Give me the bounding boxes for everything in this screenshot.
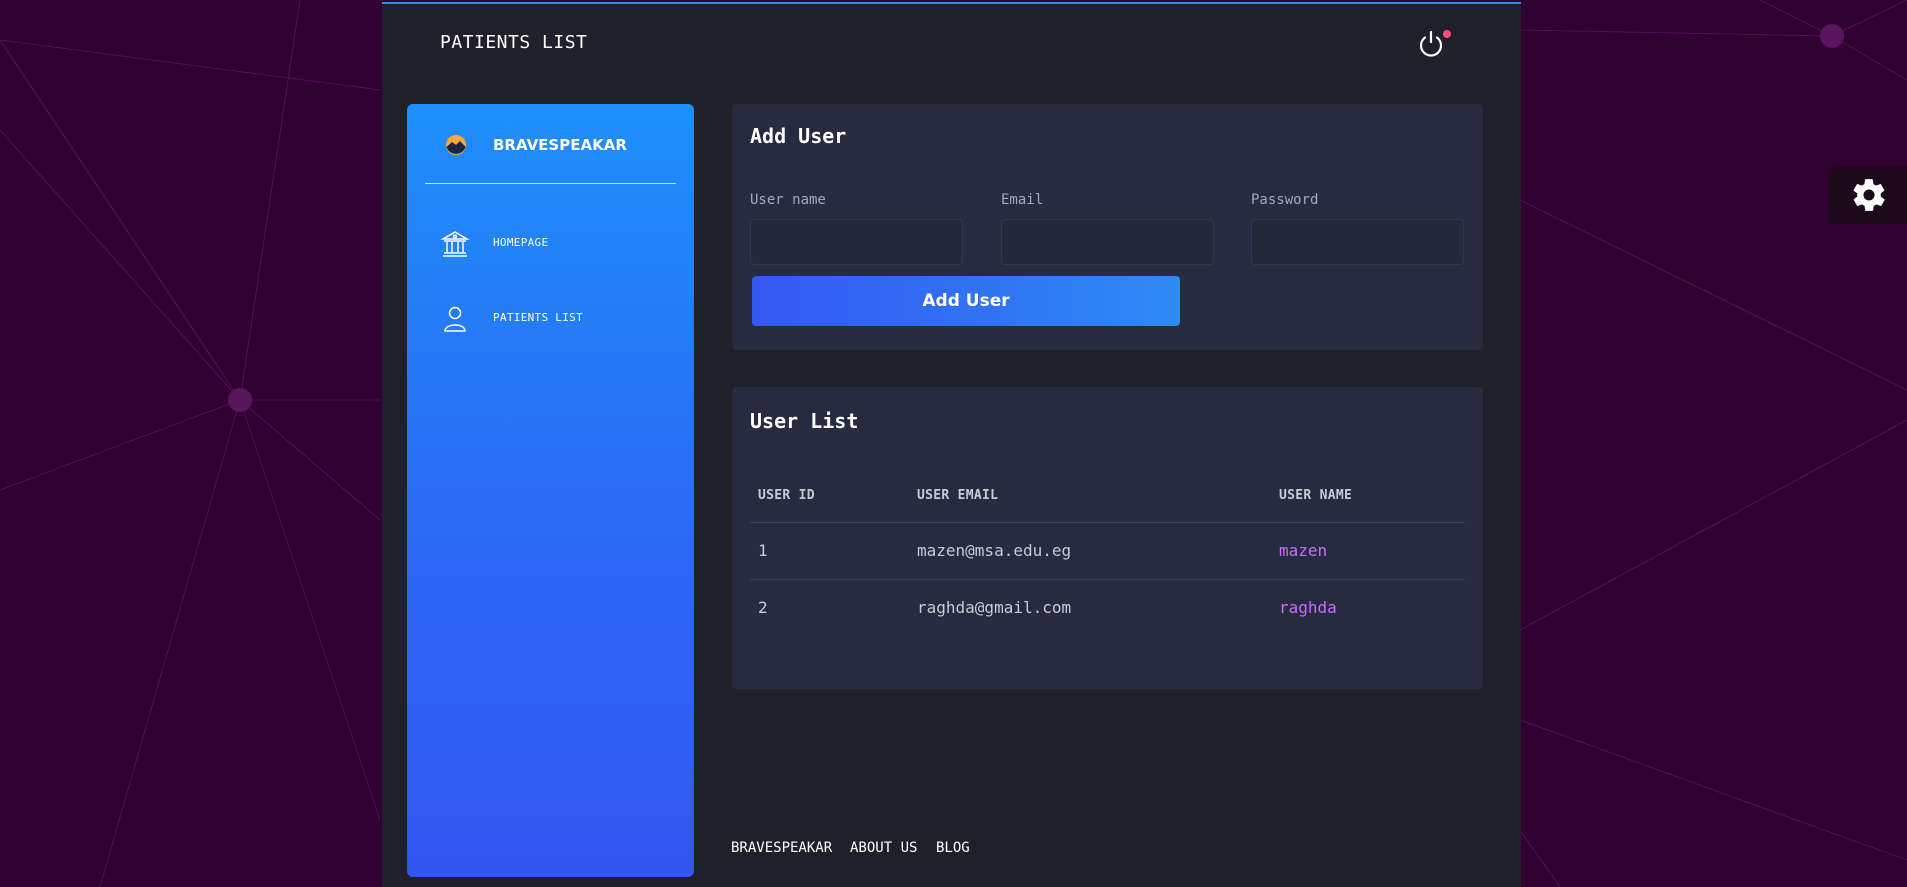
email-field[interactable]: [1001, 219, 1214, 265]
app-panel: PATIENTS LIST BRAVESPEAKAR HOMEPAGE PATI…: [382, 2, 1521, 887]
column-header-user-email: USER EMAIL: [917, 488, 999, 503]
password-label: Password: [1251, 192, 1319, 208]
brand[interactable]: BRAVESPEAKAR: [425, 126, 676, 184]
user-email-cell: mazen@msa.edu.eg: [917, 541, 1072, 560]
gear-icon: [1853, 179, 1885, 211]
email-label: Email: [1001, 192, 1044, 208]
add-user-title: Add User: [750, 124, 847, 148]
user-email-cell: raghda@gmail.com: [917, 598, 1072, 617]
brand-name: BRAVESPEAKAR: [493, 136, 627, 154]
settings-button[interactable]: [1828, 166, 1907, 224]
add-user-card: Add User User name Email Password Add Us…: [732, 104, 1483, 350]
table-row: 1 mazen@msa.edu.eg mazen: [750, 522, 1465, 579]
notification-dot: [1443, 30, 1451, 38]
user-list-title: User List: [750, 409, 859, 433]
user-id-cell: 2: [758, 598, 768, 617]
username-label: User name: [750, 192, 826, 208]
user-name-link[interactable]: mazen: [1279, 541, 1327, 560]
table-row: 2 raghda@gmail.com raghda: [750, 579, 1465, 636]
footer-link-about-us[interactable]: ABOUT US: [850, 840, 917, 856]
user-name-link[interactable]: raghda: [1279, 598, 1337, 617]
top-bar: PATIENTS LIST: [382, 4, 1521, 84]
power-icon[interactable]: [1416, 29, 1446, 59]
username-field[interactable]: [750, 219, 963, 265]
sidebar: BRAVESPEAKAR HOMEPAGE PATIENTS LIST: [407, 104, 694, 877]
user-list-card: User List USER ID USER EMAIL USER NAME 1…: [732, 387, 1483, 689]
bank-icon: [440, 231, 470, 257]
user-icon: [444, 306, 466, 332]
sidebar-item-label: PATIENTS LIST: [493, 311, 583, 324]
password-field[interactable]: [1251, 219, 1464, 265]
footer-link-blog[interactable]: BLOG: [936, 840, 970, 856]
sidebar-item-homepage[interactable]: HOMEPAGE: [407, 219, 694, 269]
sidebar-item-label: HOMEPAGE: [493, 236, 549, 249]
footer-link-bravespeakar[interactable]: BRAVESPEAKAR: [731, 840, 832, 856]
page-title: PATIENTS LIST: [440, 32, 588, 53]
column-header-user-name: USER NAME: [1279, 488, 1353, 503]
sidebar-item-patients-list[interactable]: PATIENTS LIST: [407, 294, 694, 344]
add-user-button[interactable]: Add User: [752, 276, 1180, 326]
brand-logo-icon: [446, 135, 466, 155]
column-header-user-id: USER ID: [758, 488, 815, 503]
user-id-cell: 1: [758, 541, 768, 560]
